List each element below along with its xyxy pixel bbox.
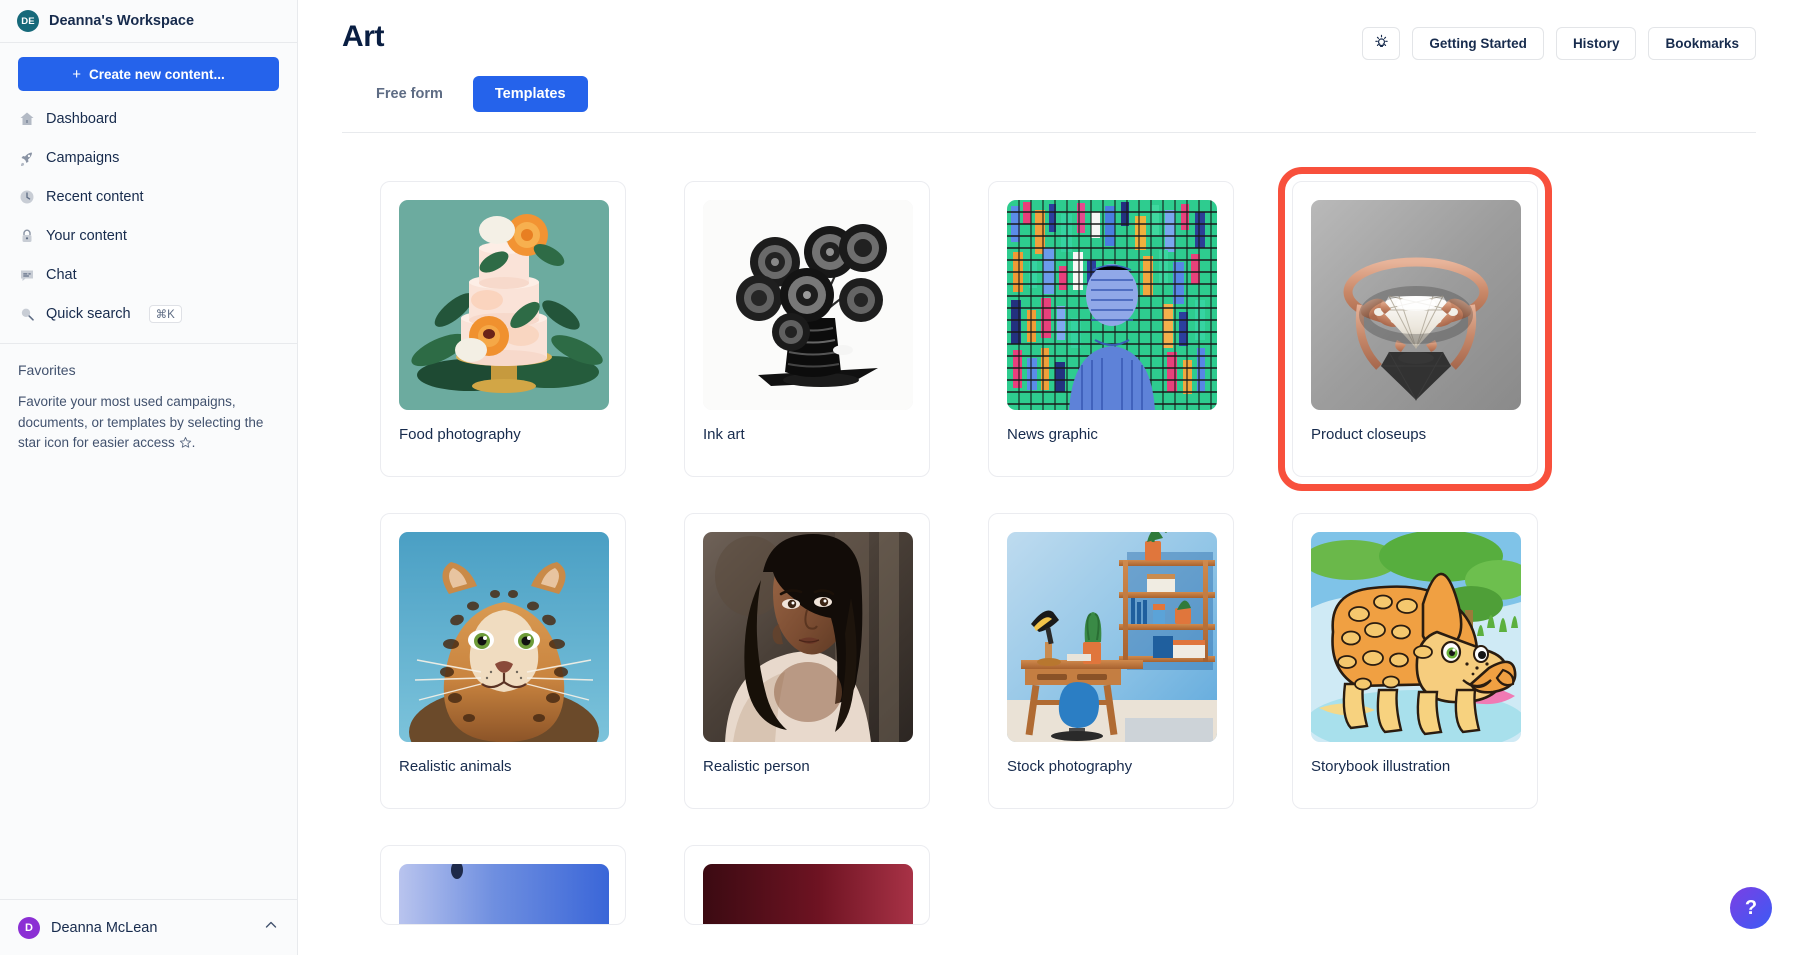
history-button[interactable]: History <box>1556 27 1637 60</box>
help-button[interactable]: ? <box>1730 887 1772 929</box>
sidebar-item-label: Your content <box>46 228 127 244</box>
tab-templates[interactable]: Templates <box>473 76 588 112</box>
template-thumbnail <box>1007 200 1217 410</box>
workspace-avatar: DE <box>17 10 39 32</box>
person-illustration <box>703 532 913 742</box>
template-thumbnail <box>1311 200 1521 410</box>
template-thumbnail <box>703 200 913 410</box>
template-label: Realistic person <box>703 758 911 775</box>
red-gradient-illustration <box>703 864 913 924</box>
app-root: DE Deanna's Workspace + Create new conte… <box>0 0 1800 955</box>
chevron-up-icon[interactable] <box>263 917 279 938</box>
sidebar-nav: Dashboard Campaigns Recent content Your … <box>0 91 297 333</box>
template-label: Stock photography <box>1007 758 1215 775</box>
tab-bar: Free form Templates <box>342 76 1756 112</box>
template-label: Product closeups <box>1311 426 1519 443</box>
workspace-header[interactable]: DE Deanna's Workspace <box>0 0 297 43</box>
sidebar-top: + Create new content... <box>0 43 297 91</box>
page-header: Art Getting Started History Bookmarks <box>298 0 1800 133</box>
sidebar-item-label: Campaigns <box>46 150 119 166</box>
user-name: Deanna McLean <box>51 920 252 936</box>
sidebar-item-recent-content[interactable]: Recent content <box>0 177 297 216</box>
sidebar-item-campaigns[interactable]: Campaigns <box>0 138 297 177</box>
favorites-section: Favorites Favorite your most used campai… <box>0 344 297 456</box>
favorites-description-period: . <box>192 435 196 450</box>
workspace-name: Deanna's Workspace <box>49 13 194 29</box>
template-card-partial-red[interactable] <box>684 845 930 925</box>
star-icon <box>179 435 192 456</box>
template-thumbnail <box>399 532 609 742</box>
avatar: D <box>18 917 40 939</box>
tab-free-form[interactable]: Free form <box>354 76 465 112</box>
sidebar-item-chat[interactable]: Chat <box>0 255 297 294</box>
rocket-icon <box>18 149 35 166</box>
sidebar-item-label: Quick search <box>46 306 131 322</box>
templates-grid-row-3 <box>342 845 1756 925</box>
sidebar: DE Deanna's Workspace + Create new conte… <box>0 0 298 955</box>
sidebar-item-dashboard[interactable]: Dashboard <box>0 99 297 138</box>
sidebar-item-quick-search[interactable]: Quick search ⌘K <box>0 294 297 333</box>
template-thumbnail <box>1007 532 1217 742</box>
search-icon <box>18 305 35 322</box>
dinosaur-illustration <box>1311 532 1521 742</box>
template-card-realistic-person[interactable]: Realistic person <box>684 513 930 809</box>
bookmarks-button[interactable]: Bookmarks <box>1648 27 1756 60</box>
header-divider <box>342 132 1756 133</box>
template-card-news-graphic[interactable]: News graphic <box>988 181 1234 477</box>
header-actions: Getting Started History Bookmarks <box>1362 27 1756 60</box>
favorites-title: Favorites <box>18 362 279 378</box>
quick-search-shortcut: ⌘K <box>149 305 182 323</box>
ring-illustration <box>1311 200 1521 410</box>
blue-gradient-illustration <box>399 864 609 924</box>
lightbulb-button[interactable] <box>1362 27 1400 60</box>
sidebar-item-label: Dashboard <box>46 111 117 127</box>
templates-grid-row-2: Realistic animals <box>342 513 1756 809</box>
favorites-description-text: Favorite your most used campaigns, docum… <box>18 394 263 450</box>
template-label: Storybook illustration <box>1311 758 1519 775</box>
template-card-food-photography[interactable]: Food photography <box>380 181 626 477</box>
clock-icon <box>18 188 35 205</box>
template-label: Realistic animals <box>399 758 607 775</box>
template-thumbnail <box>703 864 913 924</box>
chat-icon <box>18 266 35 283</box>
templates-grid-row-1: Food photography <box>342 181 1756 477</box>
desk-illustration <box>1007 532 1217 742</box>
template-card-ink-art[interactable]: Ink art <box>684 181 930 477</box>
template-label: Food photography <box>399 426 607 443</box>
template-card-stock-photography[interactable]: Stock photography <box>988 513 1234 809</box>
create-button-label: Create new content... <box>89 67 225 82</box>
template-thumbnail <box>1311 532 1521 742</box>
template-label: Ink art <box>703 426 911 443</box>
roses-illustration <box>703 200 913 410</box>
template-card-product-closeups[interactable]: Product closeups <box>1292 181 1538 477</box>
template-thumbnail <box>703 532 913 742</box>
getting-started-button[interactable]: Getting Started <box>1412 27 1544 60</box>
template-card-storybook-illustration[interactable]: Storybook illustration <box>1292 513 1538 809</box>
sidebar-item-your-content[interactable]: Your content <box>0 216 297 255</box>
leopard-illustration <box>399 532 609 742</box>
user-profile-button[interactable]: D Deanna McLean <box>0 899 297 955</box>
home-icon <box>18 110 35 127</box>
mosaic-illustration <box>1007 200 1217 410</box>
template-card-realistic-animals[interactable]: Realistic animals <box>380 513 626 809</box>
template-thumbnail <box>399 864 609 924</box>
cake-illustration <box>399 200 609 410</box>
main-content: Art Getting Started History Bookmarks <box>298 0 1800 955</box>
sidebar-item-label: Chat <box>46 267 77 283</box>
create-new-content-button[interactable]: + Create new content... <box>18 57 279 91</box>
favorites-description: Favorite your most used campaigns, docum… <box>18 392 279 456</box>
template-thumbnail <box>399 200 609 410</box>
lock-icon <box>18 227 35 244</box>
template-card-partial-blue[interactable] <box>380 845 626 925</box>
sidebar-item-label: Recent content <box>46 189 144 205</box>
plus-icon: + <box>72 67 81 82</box>
template-label: News graphic <box>1007 426 1215 443</box>
lightbulb-icon <box>1373 34 1390 54</box>
templates-grid-wrapper: Food photography <box>298 133 1800 925</box>
